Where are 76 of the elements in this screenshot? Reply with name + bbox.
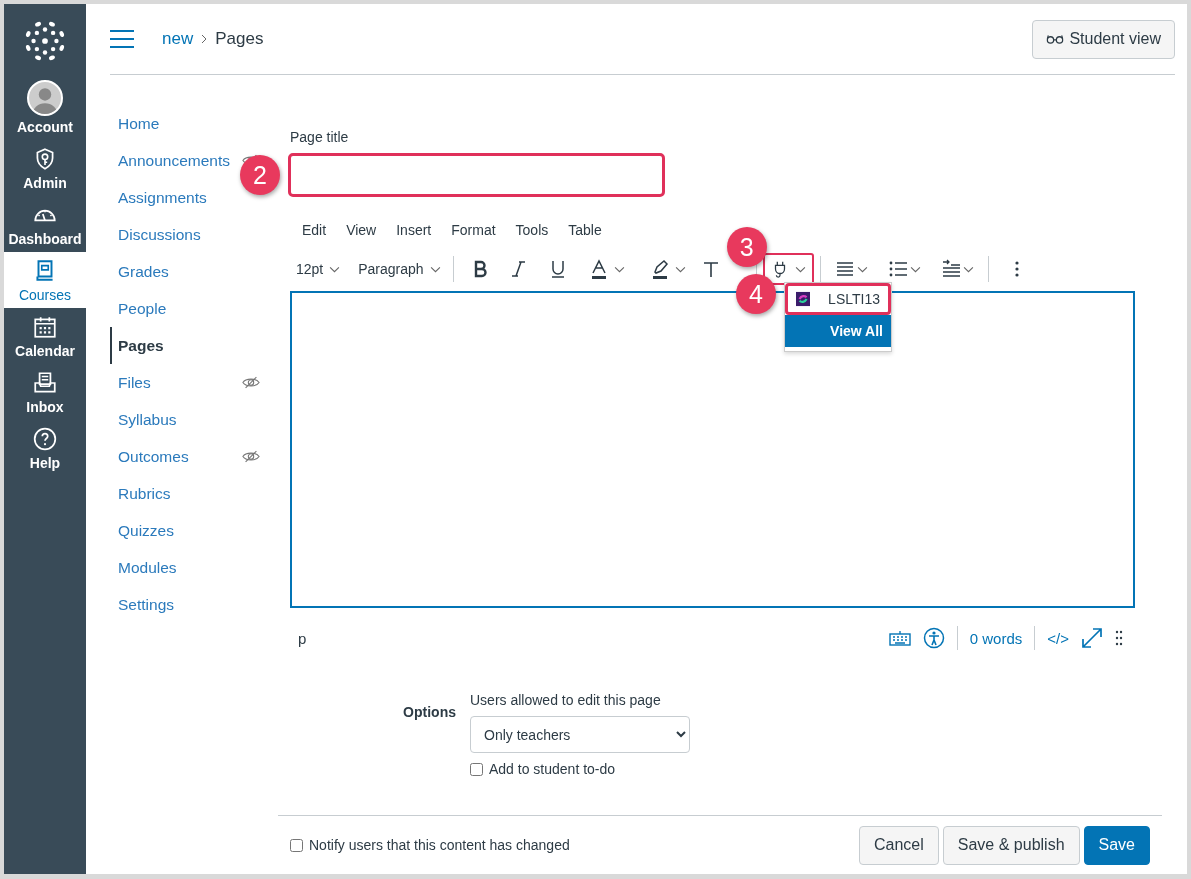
help-icon bbox=[32, 426, 58, 452]
word-count-link[interactable]: 0 words bbox=[969, 629, 1023, 647]
eye-slash-icon bbox=[242, 376, 260, 389]
avatar-icon bbox=[27, 80, 63, 116]
global-nav-item[interactable]: Inbox bbox=[4, 364, 86, 420]
block-format-dropdown[interactable]: Paragraph bbox=[352, 253, 447, 285]
course-nav-link[interactable]: Settings bbox=[118, 595, 174, 614]
menu-item[interactable]: Tools bbox=[503, 222, 557, 238]
accessibility-icon[interactable] bbox=[922, 627, 945, 649]
checkbox[interactable] bbox=[470, 762, 483, 776]
font-size-dropdown[interactable]: 12pt bbox=[290, 253, 347, 285]
calendar-icon bbox=[32, 314, 58, 340]
menu-icon[interactable] bbox=[110, 30, 134, 48]
chevron-down-icon bbox=[962, 265, 974, 273]
menu-item[interactable]: Edit bbox=[290, 222, 335, 238]
options-heading: Options bbox=[402, 703, 456, 722]
more-icon[interactable] bbox=[1014, 261, 1019, 277]
chevron-down-icon bbox=[794, 265, 806, 273]
app-logo-icon bbox=[796, 291, 811, 307]
field-label: Page title bbox=[290, 129, 350, 145]
course-nav-link[interactable]: Rubrics bbox=[118, 484, 171, 503]
student-view-button[interactable]: Student view bbox=[1032, 19, 1175, 59]
menu-item[interactable]: Insert bbox=[384, 222, 440, 238]
page-title-field[interactable] bbox=[288, 153, 665, 197]
chevron-right-icon bbox=[201, 34, 208, 44]
course-nav-link[interactable]: People bbox=[118, 299, 167, 318]
checkbox[interactable] bbox=[290, 838, 303, 852]
eye-slash-icon bbox=[242, 450, 260, 463]
global-nav-item[interactable]: Admin bbox=[4, 140, 86, 196]
course-nav-link[interactable]: Pages bbox=[118, 336, 164, 355]
editors-select[interactable]: Only teachers bbox=[470, 716, 690, 753]
glasses-icon bbox=[1046, 34, 1065, 44]
menu-item[interactable]: Table bbox=[556, 222, 610, 238]
step-badge: 2 bbox=[240, 155, 280, 195]
breadcrumb-current: Pages bbox=[215, 29, 264, 49]
menu-item[interactable]: View bbox=[334, 222, 385, 238]
course-nav-link[interactable]: Files bbox=[118, 373, 151, 392]
course-nav-link[interactable]: Announcements bbox=[118, 151, 231, 170]
course-nav-link[interactable]: Grades bbox=[118, 262, 169, 281]
chevron-down-icon bbox=[856, 265, 868, 273]
global-nav-item[interactable]: Calendar bbox=[4, 308, 86, 364]
global-nav-item[interactable]: Courses bbox=[4, 252, 86, 308]
course-nav-link[interactable]: Modules bbox=[118, 558, 177, 577]
chevron-down-icon bbox=[909, 265, 921, 273]
footer-button[interactable]: Cancel bbox=[859, 825, 939, 865]
global-nav-item[interactable]: Help bbox=[4, 420, 86, 476]
expand-icon[interactable] bbox=[1081, 627, 1103, 649]
logo-icon[interactable] bbox=[24, 20, 66, 62]
global-nav-item[interactable]: Account bbox=[4, 74, 86, 140]
checkbox-label: Add to student to-do bbox=[489, 761, 616, 777]
save-button[interactable]: Save bbox=[1083, 825, 1150, 865]
dropdown-item[interactable]: LSLTI13 bbox=[785, 283, 891, 315]
course-nav-link[interactable]: Discussions bbox=[118, 225, 201, 244]
field-label: Users allowed to edit this page bbox=[470, 692, 662, 708]
chevron-down-icon bbox=[429, 265, 441, 273]
chevron-down-icon bbox=[613, 265, 625, 273]
course-nav-link[interactable]: Quizzes bbox=[118, 521, 174, 540]
course-nav-link[interactable]: Outcomes bbox=[118, 447, 189, 466]
html-editor-toggle[interactable]: </> bbox=[1047, 629, 1069, 647]
course-nav-link[interactable]: Assignments bbox=[118, 188, 207, 207]
resize-handle-icon[interactable] bbox=[1115, 630, 1123, 646]
dropdown-item[interactable]: View All bbox=[785, 315, 891, 347]
global-nav-item[interactable]: Dashboard bbox=[4, 196, 86, 252]
step-badge: 3 bbox=[726, 227, 767, 267]
chevron-down-icon bbox=[329, 265, 341, 273]
footer-button[interactable]: Save & publish bbox=[942, 825, 1080, 865]
course-nav-link[interactable]: Syllabus bbox=[118, 410, 177, 429]
course-nav-link[interactable]: Home bbox=[118, 114, 160, 133]
element-path: p bbox=[298, 629, 308, 647]
chevron-down-icon bbox=[674, 265, 686, 273]
keyboard-icon[interactable] bbox=[888, 630, 911, 646]
breadcrumb-link[interactable]: new bbox=[162, 29, 194, 49]
step-badge: 4 bbox=[736, 274, 776, 314]
menu-item[interactable]: Format bbox=[439, 222, 504, 238]
inbox-icon bbox=[32, 370, 58, 396]
checkbox-label: Notify users that this content has changed bbox=[309, 837, 570, 853]
